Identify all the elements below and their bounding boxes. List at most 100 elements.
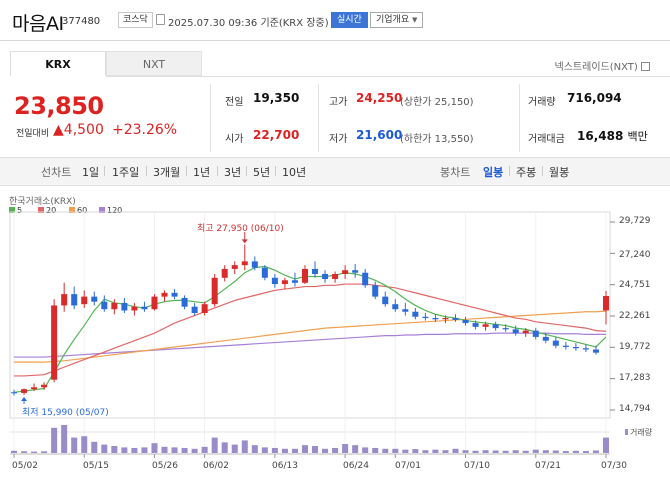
volume-bar <box>121 447 128 453</box>
candle-body <box>101 301 108 310</box>
volume-bar <box>281 448 288 453</box>
volume-bar <box>131 447 138 453</box>
volume-bar <box>552 450 559 453</box>
candle-body <box>151 296 158 310</box>
candle-body <box>512 329 519 334</box>
candle-body <box>261 267 268 278</box>
volume-bar <box>532 449 539 453</box>
candle-body <box>592 349 599 353</box>
x-tick: 06/13 <box>272 461 298 471</box>
candle-body <box>482 324 489 327</box>
volume-bar <box>71 437 78 453</box>
volume-bar <box>81 436 88 453</box>
volume-bar <box>512 450 519 453</box>
volume-bar <box>151 443 158 453</box>
candle-body <box>542 336 549 341</box>
volume-bar <box>432 449 439 453</box>
x-tick: 05/26 <box>152 461 178 471</box>
price-chart[interactable] <box>0 0 670 492</box>
volume-bar <box>332 447 339 453</box>
volume-bar <box>181 447 188 453</box>
candle-body <box>322 273 329 280</box>
volume-bar <box>542 450 549 453</box>
volume-bar <box>602 437 610 453</box>
candle-body <box>131 306 138 311</box>
candle-body <box>211 277 218 305</box>
volume-legend: 거래량 <box>625 427 652 438</box>
y-tick: 19,772 <box>619 342 651 352</box>
high-arrow-head <box>241 239 248 244</box>
volume-bar <box>582 451 589 453</box>
candle-body <box>382 296 389 305</box>
candle-body <box>161 292 168 297</box>
volume-bar <box>482 450 489 453</box>
volume-bar <box>171 447 178 453</box>
volume-bar <box>41 451 48 453</box>
volume-bar <box>261 447 268 453</box>
candle-body <box>352 270 359 273</box>
y-tick: 27,240 <box>619 250 651 260</box>
candle-body <box>241 261 248 266</box>
volume-bar <box>372 447 379 453</box>
volume-bar <box>161 446 168 453</box>
volume-bar <box>101 444 108 453</box>
volume-bar <box>251 445 258 453</box>
volume-bar <box>312 446 319 453</box>
candle-body <box>422 316 429 319</box>
y-tick: 14,794 <box>619 404 651 414</box>
volume-bar <box>452 448 459 453</box>
volume-bar <box>291 448 298 453</box>
volume-bar <box>462 450 469 453</box>
candle-body <box>562 345 569 347</box>
candle-body <box>21 389 28 393</box>
x-tick: 06/02 <box>203 461 229 471</box>
x-tick: 07/10 <box>464 461 490 471</box>
candle-body <box>41 384 48 388</box>
volume-bar <box>472 450 479 453</box>
candle-body <box>572 346 579 349</box>
candle-body <box>61 294 68 306</box>
x-tick: 07/30 <box>601 461 627 471</box>
candle-body <box>81 296 88 305</box>
candle-body <box>231 265 238 269</box>
candle-body <box>171 292 178 297</box>
volume-bar <box>191 448 198 453</box>
chart-frame <box>9 211 611 419</box>
candle-body <box>312 268 319 274</box>
candle-body <box>452 318 459 320</box>
candle-body <box>362 272 369 286</box>
candle-body <box>532 330 539 337</box>
candle-body <box>342 270 349 274</box>
legend-swatch <box>625 429 628 435</box>
y-tick: 22,261 <box>619 311 651 321</box>
candle-body <box>91 296 98 302</box>
volume-bar <box>51 427 58 453</box>
volume-bar <box>412 449 419 453</box>
volume-bar <box>91 441 98 453</box>
candle-body <box>472 323 479 327</box>
volume-bar <box>492 450 499 453</box>
candle-body <box>10 392 18 394</box>
volume-bar <box>502 450 509 453</box>
volume-bar <box>342 444 349 453</box>
volume-bar <box>301 445 308 453</box>
candle-body <box>552 340 559 346</box>
candle-body <box>522 330 529 334</box>
volume-bar <box>562 451 569 453</box>
candle-body <box>31 387 38 390</box>
volume-bar <box>402 449 409 453</box>
candle-body <box>71 294 78 306</box>
candle-body <box>51 305 58 380</box>
volume-legend-label: 거래량 <box>630 428 653 437</box>
volume-bar <box>31 451 38 453</box>
candle-body <box>412 311 419 317</box>
volume-bar <box>231 444 238 453</box>
candle-body <box>271 277 278 285</box>
candle-body <box>432 318 439 320</box>
candle-body <box>372 285 379 297</box>
volume-bar <box>201 446 208 453</box>
candle-body <box>121 302 128 311</box>
candle-body <box>281 280 288 285</box>
volume-bar <box>271 447 278 453</box>
y-tick: 24,751 <box>619 280 651 290</box>
